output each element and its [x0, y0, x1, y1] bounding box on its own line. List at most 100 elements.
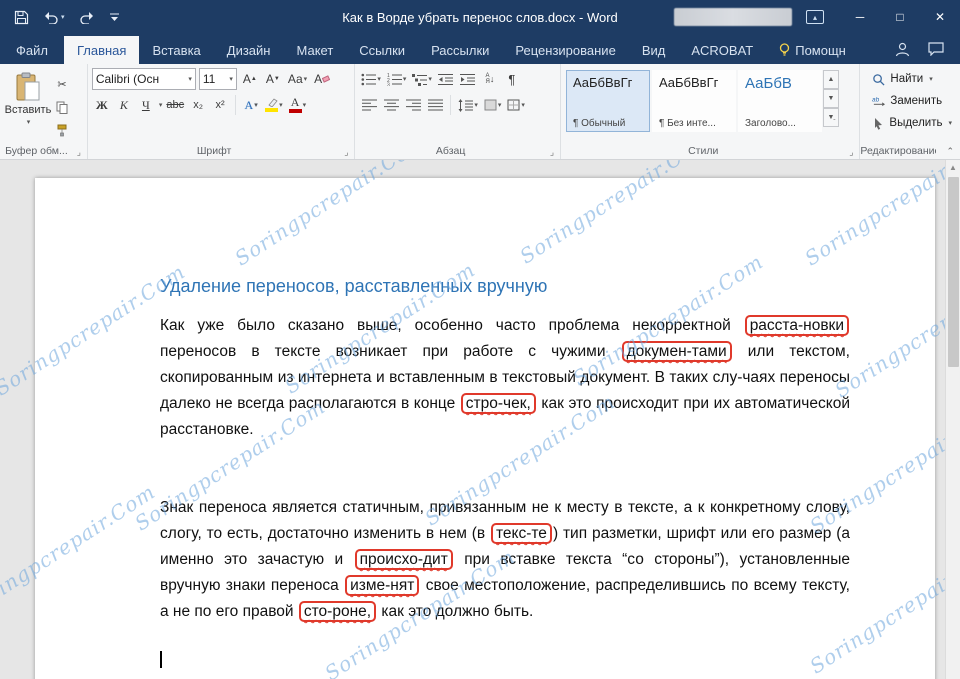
group-editing: Найти ▾ ab Заменить Выделить ▾ Редактирова…: [860, 64, 960, 159]
styles-more-icon[interactable]: ▼̱: [822, 108, 839, 127]
cursor-icon: [875, 117, 883, 130]
numbered-list-button[interactable]: 1 2 3 ▾: [385, 68, 409, 90]
hyphen-highlight: докумен-тами: [621, 341, 732, 362]
styles-scroll-up-icon[interactable]: ▲: [822, 70, 839, 89]
document-page[interactable]: Удаление переносов, расставленных вручну…: [35, 178, 935, 679]
collapse-ribbon-icon[interactable]: ⌃: [946, 146, 954, 157]
subscript-button[interactable]: х₂: [188, 94, 208, 116]
underline-dropdown-icon[interactable]: ▾: [159, 101, 163, 109]
increase-indent-button[interactable]: [458, 68, 478, 90]
quick-access-toolbar: ▾: [0, 10, 120, 25]
find-button[interactable]: Найти ▾: [868, 68, 956, 90]
style-normal[interactable]: АаБбВвГг ¶ Обычный: [565, 70, 650, 132]
change-case-button[interactable]: Аа ▾: [286, 68, 309, 90]
svg-text:3: 3: [387, 82, 390, 86]
style-no-spacing[interactable]: АаБбВвГг ¶ Без инте...: [651, 70, 736, 132]
undo-icon[interactable]: ▾: [43, 11, 65, 24]
word-window: ▾ Как в Ворде убрать перенос слов.docx -…: [0, 0, 960, 679]
redo-icon[interactable]: [79, 11, 95, 24]
comment-icon[interactable]: [928, 42, 944, 56]
bold-button[interactable]: Ж: [92, 94, 112, 116]
grow-font-button[interactable]: А ▲: [240, 68, 260, 90]
underline-button[interactable]: Ч: [136, 94, 156, 116]
align-left-button[interactable]: [359, 94, 379, 116]
paragraph-dialog-launcher[interactable]: [547, 147, 557, 157]
clear-formatting-button[interactable]: А: [312, 68, 332, 90]
ribbon-display-options-icon[interactable]: ▴: [806, 10, 824, 24]
font-color-button[interactable]: А ▾: [287, 94, 309, 116]
ribbon-tab-bar: Файл Главная Вставка Дизайн Макет Ссылки…: [0, 34, 960, 64]
multilevel-list-button[interactable]: ▾: [410, 68, 434, 90]
superscript-button[interactable]: х²: [210, 94, 230, 116]
cut-icon[interactable]: ✂: [52, 74, 72, 94]
vertical-scrollbar[interactable]: ▲: [945, 160, 960, 679]
replace-button[interactable]: ab Заменить: [868, 90, 956, 112]
tab-insert[interactable]: Вставка: [139, 36, 213, 64]
select-button[interactable]: Выделить ▾: [868, 112, 956, 134]
align-right-button[interactable]: [403, 94, 423, 116]
text-effects-button[interactable]: А ▾: [241, 94, 261, 116]
customize-qat-icon[interactable]: [109, 12, 120, 23]
style-heading1[interactable]: АаБбВ Заголово...: [737, 70, 822, 132]
close-button[interactable]: ✕: [920, 0, 960, 34]
scrollbar-thumb[interactable]: [948, 177, 959, 367]
tab-design[interactable]: Дизайн: [214, 36, 284, 64]
styles-gallery-scroll: ▲ ▼ ▼̱: [822, 70, 839, 139]
hyphen-highlight: происхо-дит: [354, 549, 453, 570]
shading-button[interactable]: ▾: [482, 94, 504, 116]
justify-button[interactable]: [425, 94, 445, 116]
hyphen-highlight: текс-те: [490, 523, 552, 544]
replace-icon: ab: [872, 96, 886, 106]
save-icon[interactable]: [14, 10, 29, 25]
tell-me-helper[interactable]: Помощн: [766, 36, 859, 64]
font-size-combo[interactable]: 11 ▾: [198, 68, 237, 90]
undo-dropdown-icon[interactable]: ▾: [61, 13, 65, 21]
clipboard-dialog-launcher[interactable]: [74, 147, 84, 157]
p2-text: как это должно быть.: [377, 603, 534, 620]
tab-references[interactable]: Ссылки: [346, 36, 418, 64]
styles-dialog-launcher[interactable]: [846, 147, 856, 157]
sign-in-person-icon[interactable]: [895, 42, 910, 57]
sort-button[interactable]: А Я ↓: [480, 68, 500, 90]
tab-file[interactable]: Файл: [0, 36, 64, 64]
line-spacing-button[interactable]: ▾: [456, 94, 480, 116]
bullet-list-button[interactable]: ▾: [359, 68, 383, 90]
shrink-font-button[interactable]: А ▼: [263, 68, 283, 90]
hyphen-highlight: изме-нят: [345, 575, 420, 596]
group-font: Calibri (Осн ▾ 11 ▾ А ▲ А ▼ Аа ▾ А Ж К Ч ▾ abc…: [88, 64, 356, 159]
highlight-color-button[interactable]: ▾: [263, 94, 285, 116]
paste-button[interactable]: Вставить ▾: [4, 68, 52, 138]
tab-acrobat[interactable]: ACROBAT: [678, 36, 766, 64]
copy-icon[interactable]: [52, 97, 72, 117]
scroll-up-icon[interactable]: ▲: [946, 160, 960, 175]
tab-home[interactable]: Главная: [63, 36, 140, 64]
show-paragraph-marks-button[interactable]: ¶: [502, 68, 522, 90]
maximize-button[interactable]: □: [880, 0, 920, 34]
tabbar-right: [895, 34, 960, 64]
group-paragraph: ▾ 1 2 3 ▾ ▾ А Я ↓ ¶ ▾ ▾ ▾ Абзац ⌟: [355, 64, 561, 159]
paste-dropdown-icon[interactable]: ▾: [27, 118, 31, 126]
paragraph-1: Как уже было сказано выше, особенно част…: [160, 313, 850, 443]
tab-layout[interactable]: Макет: [283, 36, 346, 64]
title-bar: ▾ Как в Ворде убрать перенос слов.docx -…: [0, 0, 960, 34]
borders-button[interactable]: ▾: [505, 94, 527, 116]
strikethrough-button[interactable]: abc: [164, 94, 186, 116]
format-painter-icon[interactable]: [52, 121, 72, 141]
font-dialog-launcher[interactable]: [341, 147, 351, 157]
font-family-combo[interactable]: Calibri (Осн ▾: [91, 68, 196, 90]
minimize-button[interactable]: ─: [840, 0, 880, 34]
styles-scroll-down-icon[interactable]: ▼: [822, 89, 839, 108]
search-icon: [873, 73, 885, 86]
align-center-button[interactable]: [381, 94, 401, 116]
tab-mailings[interactable]: Рассылки: [418, 36, 502, 64]
italic-button[interactable]: К: [114, 94, 134, 116]
tab-view[interactable]: Вид: [629, 36, 679, 64]
lightbulb-icon: [780, 43, 790, 56]
p1-text: переносов в тексте возникает при работе …: [160, 343, 621, 360]
hyphen-highlight: стро-чек,: [460, 393, 536, 414]
decrease-indent-button[interactable]: [436, 68, 456, 90]
tab-review[interactable]: Рецензирование: [502, 36, 628, 64]
paragraph-2: Знак переноса является статичным, привяз…: [160, 495, 850, 625]
group-styles: АаБбВвГг ¶ Обычный АаБбВвГг ¶ Без инте..…: [561, 64, 861, 159]
svg-text:ab: ab: [872, 96, 880, 103]
